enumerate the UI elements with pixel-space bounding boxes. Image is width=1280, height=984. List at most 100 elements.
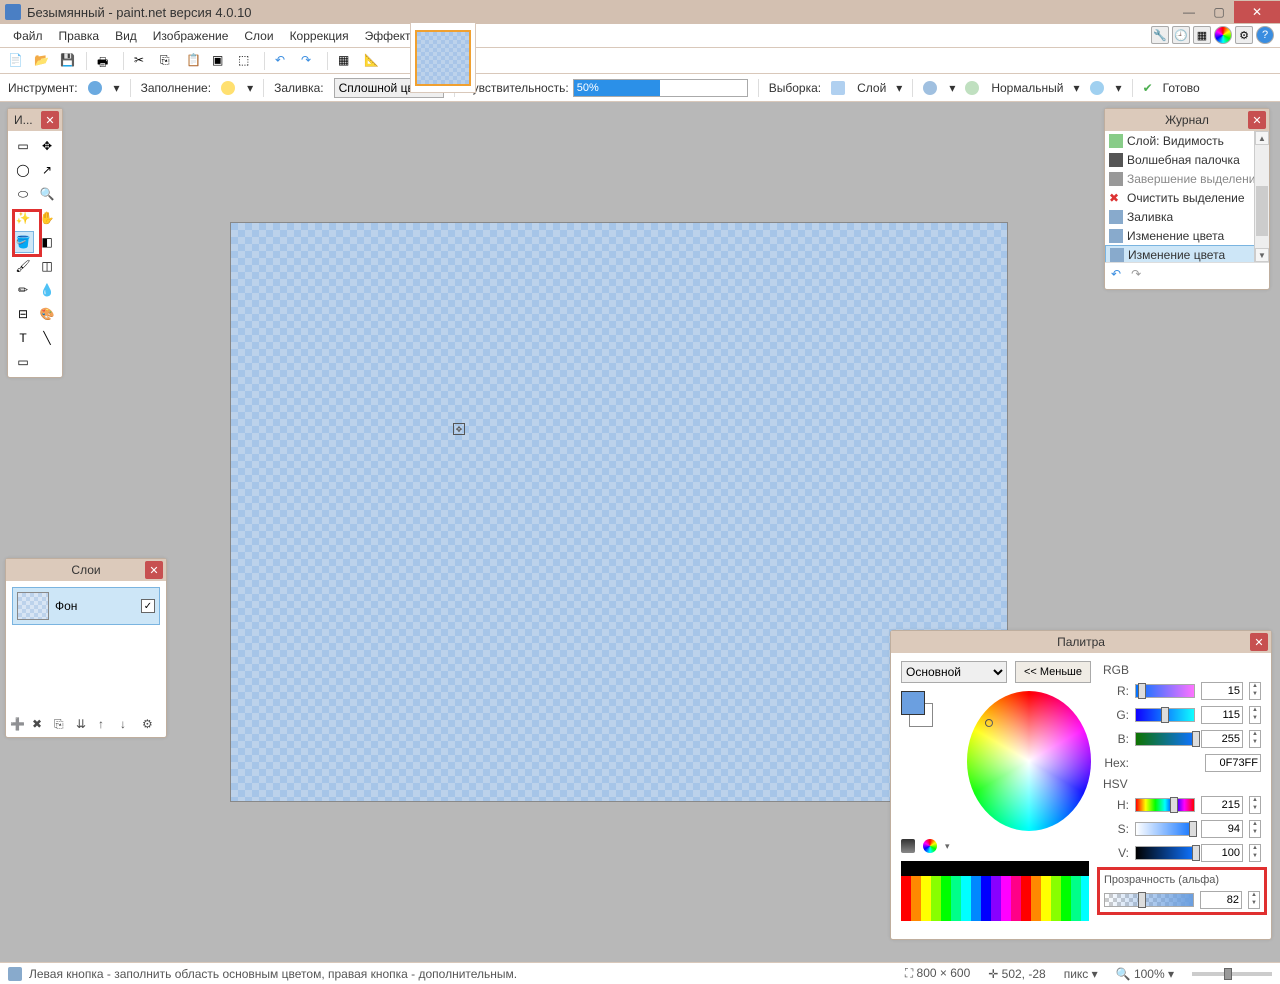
- magic-wand-tool[interactable]: ✨: [12, 207, 34, 229]
- history-redo-icon[interactable]: ↷: [1131, 267, 1141, 281]
- tools-panel-close[interactable]: ✕: [41, 111, 59, 129]
- flask-icon[interactable]: [965, 81, 979, 95]
- scroll-down-icon[interactable]: ▼: [1255, 248, 1269, 262]
- merge-layer-icon[interactable]: ⇊: [76, 717, 92, 733]
- add-layer-icon[interactable]: ➕: [10, 717, 26, 733]
- palette-manage-icon[interactable]: [923, 839, 937, 853]
- history-item[interactable]: ✖Очистить выделение: [1105, 188, 1269, 207]
- menu-file[interactable]: Файл: [5, 26, 51, 46]
- curve-icon[interactable]: [923, 81, 937, 95]
- v-slider[interactable]: [1135, 846, 1195, 860]
- r-spinner[interactable]: ▲▼: [1249, 682, 1261, 700]
- v-spinner[interactable]: ▲▼: [1249, 844, 1261, 862]
- history-window-icon[interactable]: 🕘: [1172, 26, 1190, 44]
- lightbulb-icon[interactable]: [221, 81, 235, 95]
- fill-dropdown[interactable]: ▾: [247, 81, 253, 95]
- zoom-tool[interactable]: 🔍: [36, 183, 58, 205]
- h-slider[interactable]: [1135, 798, 1195, 812]
- delete-layer-icon[interactable]: ✖: [32, 717, 48, 733]
- palette-panel-close[interactable]: ✕: [1250, 633, 1268, 651]
- alpha-slider[interactable]: [1104, 893, 1194, 907]
- g-slider[interactable]: [1135, 708, 1195, 722]
- g-spinner[interactable]: ▲▼: [1249, 706, 1261, 724]
- history-item[interactable]: Изменение цвета: [1105, 226, 1269, 245]
- tools-window-icon[interactable]: 🔧: [1151, 26, 1169, 44]
- r-input[interactable]: [1201, 682, 1243, 700]
- s-spinner[interactable]: ▲▼: [1249, 820, 1261, 838]
- pan-tool[interactable]: ✋: [36, 207, 58, 229]
- grid-icon[interactable]: ▦: [338, 53, 354, 69]
- alpha-input[interactable]: [1200, 891, 1242, 909]
- b-spinner[interactable]: ▲▼: [1249, 730, 1261, 748]
- r-slider[interactable]: [1135, 684, 1195, 698]
- history-item[interactable]: Завершение выделения палочко: [1105, 169, 1269, 188]
- history-item[interactable]: Заливка: [1105, 207, 1269, 226]
- help-icon[interactable]: ?: [1256, 26, 1274, 44]
- menu-adjust[interactable]: Коррекция: [282, 26, 357, 46]
- palette-dropdown[interactable]: ▾: [945, 841, 950, 852]
- redo-icon[interactable]: ↷: [301, 53, 317, 69]
- hex-input[interactable]: [1205, 754, 1261, 772]
- ruler-icon[interactable]: 📐: [364, 53, 380, 69]
- close-button[interactable]: ✕: [1234, 1, 1280, 23]
- dup-layer-icon[interactable]: ⎘: [54, 717, 70, 733]
- print-icon[interactable]: 🖶: [97, 53, 113, 69]
- bucket-icon[interactable]: [88, 81, 102, 95]
- h-spinner[interactable]: ▲▼: [1249, 796, 1261, 814]
- text-tool[interactable]: T: [12, 327, 34, 349]
- eraser-tool[interactable]: ◫: [36, 255, 58, 277]
- paint-bucket-tool[interactable]: 🪣: [12, 231, 34, 253]
- v-input[interactable]: [1201, 844, 1243, 862]
- gradient-tool[interactable]: ◧: [36, 231, 58, 253]
- layer-visibility-checkbox[interactable]: ✓: [141, 599, 155, 613]
- done-label[interactable]: Готово: [1163, 81, 1200, 95]
- less-button[interactable]: << Меньше: [1015, 661, 1091, 683]
- document-thumbnail[interactable]: [410, 23, 476, 93]
- tools-panel-header[interactable]: И... ✕: [8, 109, 62, 131]
- alpha-spinner[interactable]: ▲▼: [1248, 891, 1260, 909]
- history-undo-icon[interactable]: ↶: [1111, 267, 1121, 281]
- h-input[interactable]: [1201, 796, 1243, 814]
- status-zoom[interactable]: 🔍 100% ▾: [1116, 967, 1174, 981]
- crop-icon[interactable]: ▣: [212, 53, 228, 69]
- brush-tool[interactable]: 🖌: [12, 255, 34, 277]
- history-panel[interactable]: Журнал ✕ Слой: Видимость Волшебная палоч…: [1104, 108, 1270, 290]
- tools-panel[interactable]: И... ✕ ▭ ✥ ◯ ↗ ⬭ 🔍 ✨ ✋ 🪣 ◧ 🖌 ◫ ✏ 💧 ⊟ 🎨 T…: [7, 108, 63, 378]
- copy-icon[interactable]: ⎘: [160, 53, 176, 69]
- color-picker-tool[interactable]: 💧: [36, 279, 58, 301]
- move-up-icon[interactable]: ↑: [98, 717, 114, 733]
- history-item[interactable]: Волшебная палочка: [1105, 150, 1269, 169]
- tool-dropdown[interactable]: ▾: [114, 81, 120, 95]
- menu-edit[interactable]: Правка: [51, 26, 108, 46]
- scroll-up-icon[interactable]: ▲: [1255, 131, 1269, 145]
- color-type-select[interactable]: Основной: [901, 661, 1007, 683]
- sensitivity-slider[interactable]: 50%: [573, 79, 748, 97]
- move-selection-tool[interactable]: ↗: [36, 159, 58, 181]
- layer-props-icon[interactable]: ⚙: [142, 717, 158, 733]
- color-wheel[interactable]: [967, 691, 1091, 831]
- ellipse-select-tool[interactable]: ⬭: [12, 183, 34, 205]
- minimize-button[interactable]: —: [1174, 1, 1204, 23]
- move-down-icon[interactable]: ↓: [120, 717, 136, 733]
- palette-panel[interactable]: Палитра ✕ Основной << Меньше ▾: [890, 630, 1272, 940]
- cut-icon[interactable]: ✂: [134, 53, 150, 69]
- b-slider[interactable]: [1135, 732, 1195, 746]
- recolor-tool[interactable]: 🎨: [36, 303, 58, 325]
- new-icon[interactable]: 📄: [8, 53, 24, 69]
- history-item[interactable]: Слой: Видимость: [1105, 131, 1269, 150]
- maximize-button[interactable]: ▢: [1204, 1, 1234, 23]
- s-input[interactable]: [1201, 820, 1243, 838]
- paste-icon[interactable]: 📋: [186, 53, 202, 69]
- line-tool[interactable]: ╲: [36, 327, 58, 349]
- move-tool[interactable]: ✥: [36, 135, 58, 157]
- history-panel-close[interactable]: ✕: [1248, 111, 1266, 129]
- layers-window-icon[interactable]: ▦: [1193, 26, 1211, 44]
- color-palette-strip[interactable]: [901, 861, 1089, 921]
- settings-icon[interactable]: ⚙: [1235, 26, 1253, 44]
- deselect-icon[interactable]: ⬚: [238, 53, 254, 69]
- menu-image[interactable]: Изображение: [145, 26, 237, 46]
- menu-layers[interactable]: Слои: [236, 26, 281, 46]
- palette-panel-header[interactable]: Палитра ✕: [891, 631, 1271, 653]
- status-unit[interactable]: пикс ▾: [1064, 967, 1098, 981]
- g-input[interactable]: [1201, 706, 1243, 724]
